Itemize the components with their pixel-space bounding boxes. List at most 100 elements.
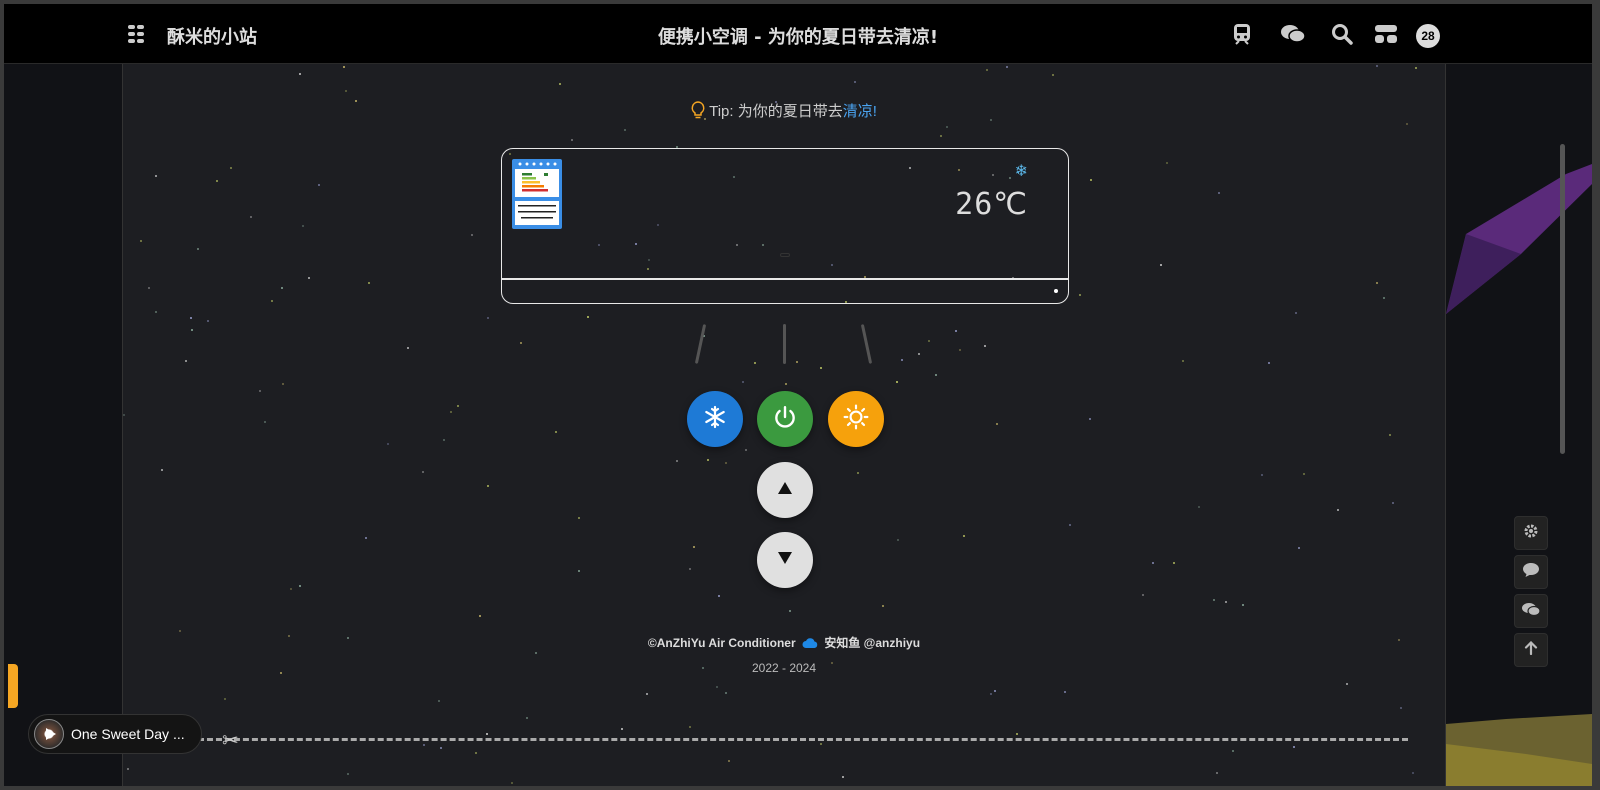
star bbox=[1216, 772, 1218, 774]
star bbox=[842, 776, 844, 778]
star bbox=[785, 383, 787, 385]
comments-button[interactable] bbox=[1514, 594, 1548, 628]
power-button[interactable] bbox=[757, 391, 813, 447]
star bbox=[676, 460, 678, 462]
star bbox=[264, 421, 266, 423]
star bbox=[857, 472, 859, 474]
star bbox=[365, 537, 367, 539]
air-conditioner-unit: ❄ 26℃ bbox=[501, 148, 1069, 304]
star bbox=[1383, 297, 1385, 299]
star bbox=[475, 752, 477, 754]
music-player[interactable]: One Sweet Day ... bbox=[28, 714, 202, 754]
tip-link[interactable]: 清凉! bbox=[843, 103, 877, 120]
star bbox=[197, 248, 199, 250]
star bbox=[185, 360, 187, 362]
album-cover-play-icon[interactable] bbox=[34, 719, 64, 749]
star bbox=[479, 615, 481, 617]
sms-button[interactable] bbox=[1514, 555, 1548, 589]
heat-mode-button[interactable] bbox=[828, 391, 884, 447]
star bbox=[946, 126, 948, 128]
star bbox=[928, 340, 930, 342]
star bbox=[511, 782, 513, 784]
layout-icon[interactable] bbox=[1373, 22, 1397, 46]
star bbox=[1298, 547, 1300, 549]
apps-icon[interactable] bbox=[128, 25, 146, 43]
page-scrollbar[interactable] bbox=[1560, 144, 1565, 454]
star bbox=[290, 588, 292, 590]
star bbox=[190, 317, 192, 319]
star bbox=[1261, 474, 1263, 476]
star bbox=[742, 381, 744, 383]
star bbox=[1052, 74, 1054, 76]
star bbox=[1232, 750, 1234, 752]
star bbox=[1142, 594, 1144, 596]
side-drawer-tab[interactable] bbox=[8, 664, 18, 708]
star bbox=[1090, 179, 1092, 181]
star bbox=[1152, 562, 1154, 564]
star bbox=[555, 431, 557, 433]
cut-line bbox=[198, 738, 1408, 741]
star bbox=[918, 353, 920, 355]
cool-mode-button[interactable] bbox=[687, 391, 743, 447]
star bbox=[990, 693, 992, 695]
star bbox=[994, 690, 996, 692]
star bbox=[1293, 746, 1295, 748]
arrow-up-icon bbox=[1524, 640, 1538, 660]
star bbox=[368, 282, 370, 284]
star bbox=[1225, 601, 1227, 603]
settings-button[interactable] bbox=[1514, 516, 1548, 550]
song-title: One Sweet Day ... bbox=[71, 726, 185, 742]
footer-credits: ©AnZhiYu Air Conditioner 安知鱼 @anzhiyu bbox=[123, 634, 1445, 652]
star bbox=[1213, 599, 1215, 601]
star bbox=[1337, 509, 1339, 511]
temperature-up-button[interactable] bbox=[757, 462, 813, 518]
triangle-up-icon bbox=[778, 481, 792, 499]
star bbox=[347, 773, 349, 775]
star bbox=[689, 726, 691, 728]
star bbox=[693, 546, 695, 548]
author-link[interactable]: 安知鱼 @anzhiyu bbox=[824, 636, 920, 650]
comments-icon bbox=[1521, 601, 1541, 622]
back-to-top-button[interactable] bbox=[1514, 633, 1548, 667]
star bbox=[984, 345, 986, 347]
star bbox=[161, 469, 163, 471]
star bbox=[689, 568, 691, 570]
star bbox=[725, 462, 727, 464]
star bbox=[520, 342, 522, 344]
browser-viewport: 酥米的小站 便携小空调 - 为你的夏日带去清凉! 28 Tip: 为你的夏日带去… bbox=[4, 4, 1592, 786]
power-led bbox=[1054, 289, 1058, 293]
star bbox=[1412, 772, 1414, 774]
star bbox=[1160, 264, 1162, 266]
train-icon[interactable] bbox=[1230, 22, 1254, 46]
star bbox=[959, 349, 961, 351]
lightbulb-icon bbox=[691, 101, 705, 123]
energy-label-icon bbox=[512, 159, 562, 229]
star bbox=[343, 66, 345, 68]
ac-vent-line bbox=[502, 278, 1068, 280]
star bbox=[259, 390, 261, 392]
notification-badge[interactable]: 28 bbox=[1416, 24, 1440, 48]
star bbox=[179, 630, 181, 632]
temperature-down-button[interactable] bbox=[757, 532, 813, 588]
star bbox=[718, 595, 720, 597]
airflow-line-right bbox=[860, 324, 873, 364]
star bbox=[1079, 294, 1081, 296]
star bbox=[707, 459, 709, 461]
star bbox=[471, 234, 473, 236]
sun-icon bbox=[843, 404, 869, 435]
star bbox=[230, 167, 232, 169]
main-content: Tip: 为你的夏日带去清凉! ❄ 26℃ ©AnZhiYu Air Condi… bbox=[122, 64, 1446, 786]
star bbox=[935, 374, 937, 376]
wechat-icon[interactable] bbox=[1280, 22, 1306, 46]
star bbox=[587, 316, 589, 318]
star bbox=[789, 610, 791, 612]
star bbox=[487, 485, 489, 487]
search-icon[interactable] bbox=[1330, 22, 1354, 46]
mode-snowflake-icon: ❄ bbox=[1014, 163, 1028, 180]
star bbox=[754, 362, 756, 364]
footer-years: 2022 - 2024 bbox=[751, 661, 817, 675]
copyright-text: ©AnZhiYu Air Conditioner bbox=[647, 636, 796, 650]
top-navbar: 酥米的小站 便携小空调 - 为你的夏日带去清凉! 28 bbox=[4, 4, 1592, 64]
site-name[interactable]: 酥米的小站 bbox=[167, 23, 257, 49]
star bbox=[1016, 733, 1018, 735]
